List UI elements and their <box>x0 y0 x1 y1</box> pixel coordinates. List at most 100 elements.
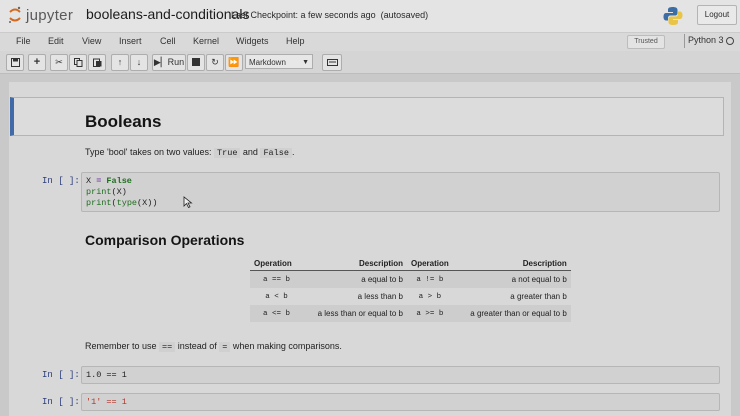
notebook-header: jupyter booleans-and-conditionals Last C… <box>0 0 740 32</box>
code-keyword: False <box>106 176 132 186</box>
false-literal: False <box>260 148 292 158</box>
heading-booleans: Booleans <box>85 112 162 131</box>
code-cell-3-source: '1' == 1 <box>86 397 127 407</box>
mouse-cursor-icon <box>183 196 193 208</box>
cell-type-select[interactable]: Markdown ▼ <box>245 54 313 69</box>
table-cell: a > b <box>418 292 442 301</box>
run-button[interactable]: ▶︎▏Run <box>152 54 186 71</box>
code-op: = <box>96 176 107 186</box>
insert-cell-button[interactable]: + <box>28 54 46 71</box>
code-cell-2-source: 1.0 == 1 <box>86 370 127 380</box>
arrow-up-icon: ↑ <box>117 57 123 67</box>
table-cell: a != b <box>407 270 453 288</box>
checkpoint-text: Last Checkpoint: a few seconds ago <box>231 10 376 20</box>
table-header: Description <box>303 256 407 271</box>
stop-icon <box>192 58 200 66</box>
restart-run-all-button[interactable]: ⏩ <box>225 54 243 71</box>
code-cell-1[interactable]: X = False print(X) print(type(X)) <box>81 172 720 212</box>
table-row: a < b a less than b a > b a greater than… <box>250 288 571 305</box>
refresh-icon: ↻ <box>211 57 219 67</box>
menu-help[interactable]: Help <box>286 36 305 46</box>
jupyter-logo[interactable]: jupyter <box>8 4 73 26</box>
cell2-prompt: In [ ]: <box>42 370 80 380</box>
fast-forward-icon: ⏩ <box>228 57 240 67</box>
intro-after: . <box>291 147 295 157</box>
table-header: Description <box>452 256 571 271</box>
table-header: Operation <box>250 256 303 271</box>
code-cell-3[interactable]: '1' == 1 <box>81 393 720 411</box>
cell3-prompt: In [ ]: <box>42 397 80 407</box>
run-label: Run <box>167 57 185 67</box>
checkpoint-status: Last Checkpoint: a few seconds ago (auto… <box>231 10 428 20</box>
menu-edit[interactable]: Edit <box>48 36 64 46</box>
kernel-name: Python 3 <box>688 35 724 45</box>
reminder-mid: instead of <box>175 341 220 351</box>
code-builtin: print <box>86 187 112 197</box>
toolbar: + ✂ ↑ ↓ ▶︎▏Run ↻ ⏩ Markdown ▼ <box>0 51 740 74</box>
intro-text: Type 'bool' takes on two values: True an… <box>85 147 294 158</box>
table-cell: a less than b <box>357 292 403 301</box>
table-row: a == b a equal to b a != b a not equal t… <box>250 270 571 288</box>
code-cell-2[interactable]: 1.0 == 1 <box>81 366 720 384</box>
true-literal: True <box>214 148 241 158</box>
logout-button[interactable]: Logout <box>697 5 737 25</box>
kernel-divider <box>684 34 685 48</box>
table-row: a <= b a less than or equal to b a >= b … <box>250 305 571 322</box>
move-down-button[interactable]: ↓ <box>130 54 148 71</box>
code-builtin: print <box>86 198 112 208</box>
code-line-1: X = False <box>86 176 715 187</box>
menu-widgets[interactable]: Widgets <box>236 36 269 46</box>
arrow-down-icon: ↓ <box>136 57 142 67</box>
move-up-button[interactable]: ↑ <box>111 54 129 71</box>
trusted-indicator[interactable]: Trusted <box>627 35 665 49</box>
kernel-status-icon <box>726 37 734 45</box>
table-cell: a greater than b <box>510 292 567 301</box>
command-palette-button[interactable] <box>322 54 342 71</box>
cell-type-value: Markdown <box>249 58 286 67</box>
table-cell: a less than or equal to b <box>303 305 407 322</box>
code-line-2: print(X) <box>86 187 127 197</box>
save-button[interactable] <box>6 54 24 71</box>
single-equals-literal: = <box>219 342 231 352</box>
intro-mid: and <box>240 147 261 157</box>
table-cell: a >= b <box>407 305 453 322</box>
comparison-table: Operation Description Operation Descript… <box>250 256 571 322</box>
menu-view[interactable]: View <box>82 36 101 46</box>
table-cell: a == b <box>250 270 303 288</box>
heading-comparison-operations: Comparison Operations <box>85 232 245 248</box>
paste-icon <box>92 58 101 67</box>
caret-down-icon: ▼ <box>302 59 309 66</box>
menu-kernel[interactable]: Kernel <box>193 36 219 46</box>
code-builtin: type <box>116 198 138 208</box>
table-cell: a < b <box>265 292 288 301</box>
table-cell: a <= b <box>250 305 303 322</box>
autosave-text: (autosaved) <box>380 10 429 20</box>
paste-button[interactable] <box>88 54 106 71</box>
restart-button[interactable]: ↻ <box>206 54 224 71</box>
cell1-prompt: In [ ]: <box>42 176 80 186</box>
plus-icon: + <box>33 56 41 68</box>
table-cell: a greater than or equal to b <box>452 305 571 322</box>
table-header-row: Operation Description Operation Descript… <box>250 256 571 271</box>
double-equals-literal: == <box>159 342 176 352</box>
cut-button[interactable]: ✂ <box>50 54 68 71</box>
copy-button[interactable] <box>69 54 87 71</box>
keyboard-icon <box>326 59 338 66</box>
logo-text: jupyter <box>26 6 74 24</box>
reminder-text: Remember to use == instead of = when mak… <box>85 341 342 352</box>
menu-cell[interactable]: Cell <box>160 36 176 46</box>
notebook-name[interactable]: booleans-and-conditionals <box>86 6 249 22</box>
reminder-before: Remember to use <box>85 341 160 351</box>
code-line-3: print(type(X)) <box>86 198 158 208</box>
table-cell: a not equal to b <box>452 270 571 288</box>
code-var: X <box>86 176 97 186</box>
scissors-icon: ✂ <box>55 57 63 67</box>
menu-file[interactable]: File <box>16 36 31 46</box>
step-forward-icon: ▶︎▏ <box>153 57 168 67</box>
reminder-after: when making comparisons. <box>230 341 342 351</box>
menu-insert[interactable]: Insert <box>119 36 142 46</box>
interrupt-button[interactable] <box>187 54 205 71</box>
copy-icon <box>73 58 82 67</box>
table-cell: a equal to b <box>303 270 407 288</box>
intro-before: Type 'bool' takes on two values: <box>85 147 215 157</box>
